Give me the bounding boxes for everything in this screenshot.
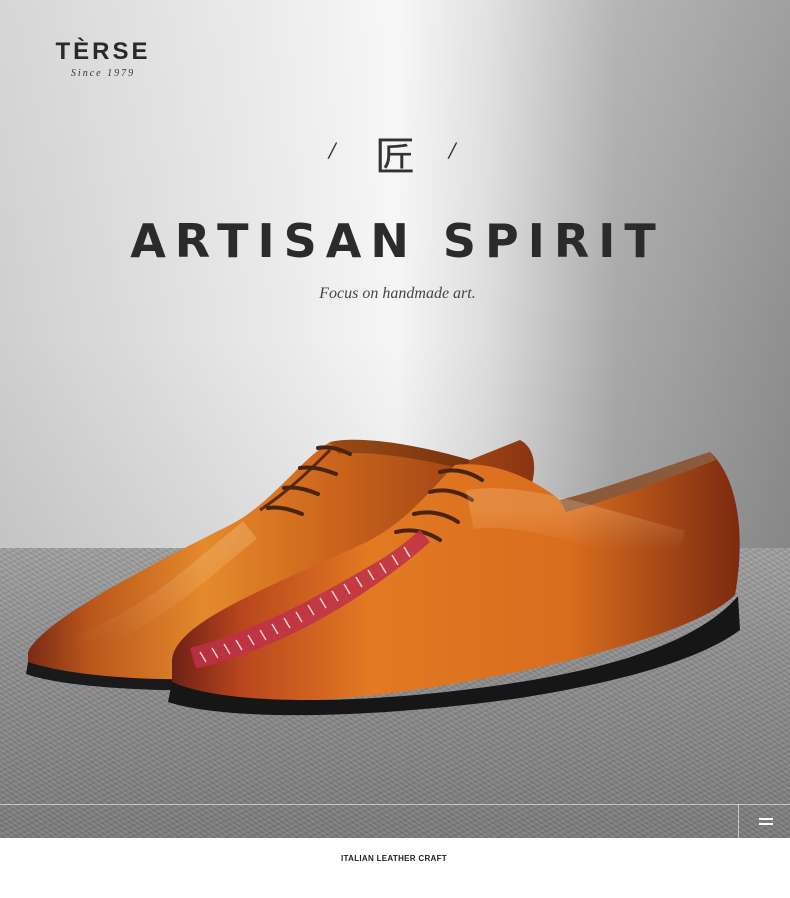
craft-glyph: 匠 (375, 134, 415, 180)
menu-corner[interactable] (738, 804, 790, 838)
brand-since: Since 1979 (70, 68, 136, 79)
tagline: Focus on handmade art. (319, 285, 476, 302)
floor-divider (0, 804, 790, 805)
menu-icon[interactable] (759, 818, 773, 825)
brand-name: TÈRSE (55, 38, 151, 65)
brand-logo[interactable]: TÈRSE Since 1979 (48, 38, 158, 79)
footer-caption: ITALIAN LEATHER CRAFT (341, 854, 447, 863)
shoe-illustration (26, 439, 740, 716)
slash-right: / (449, 138, 456, 162)
slash-left: / (329, 138, 336, 162)
headline: ARTISAN SPIRIT (130, 214, 665, 268)
